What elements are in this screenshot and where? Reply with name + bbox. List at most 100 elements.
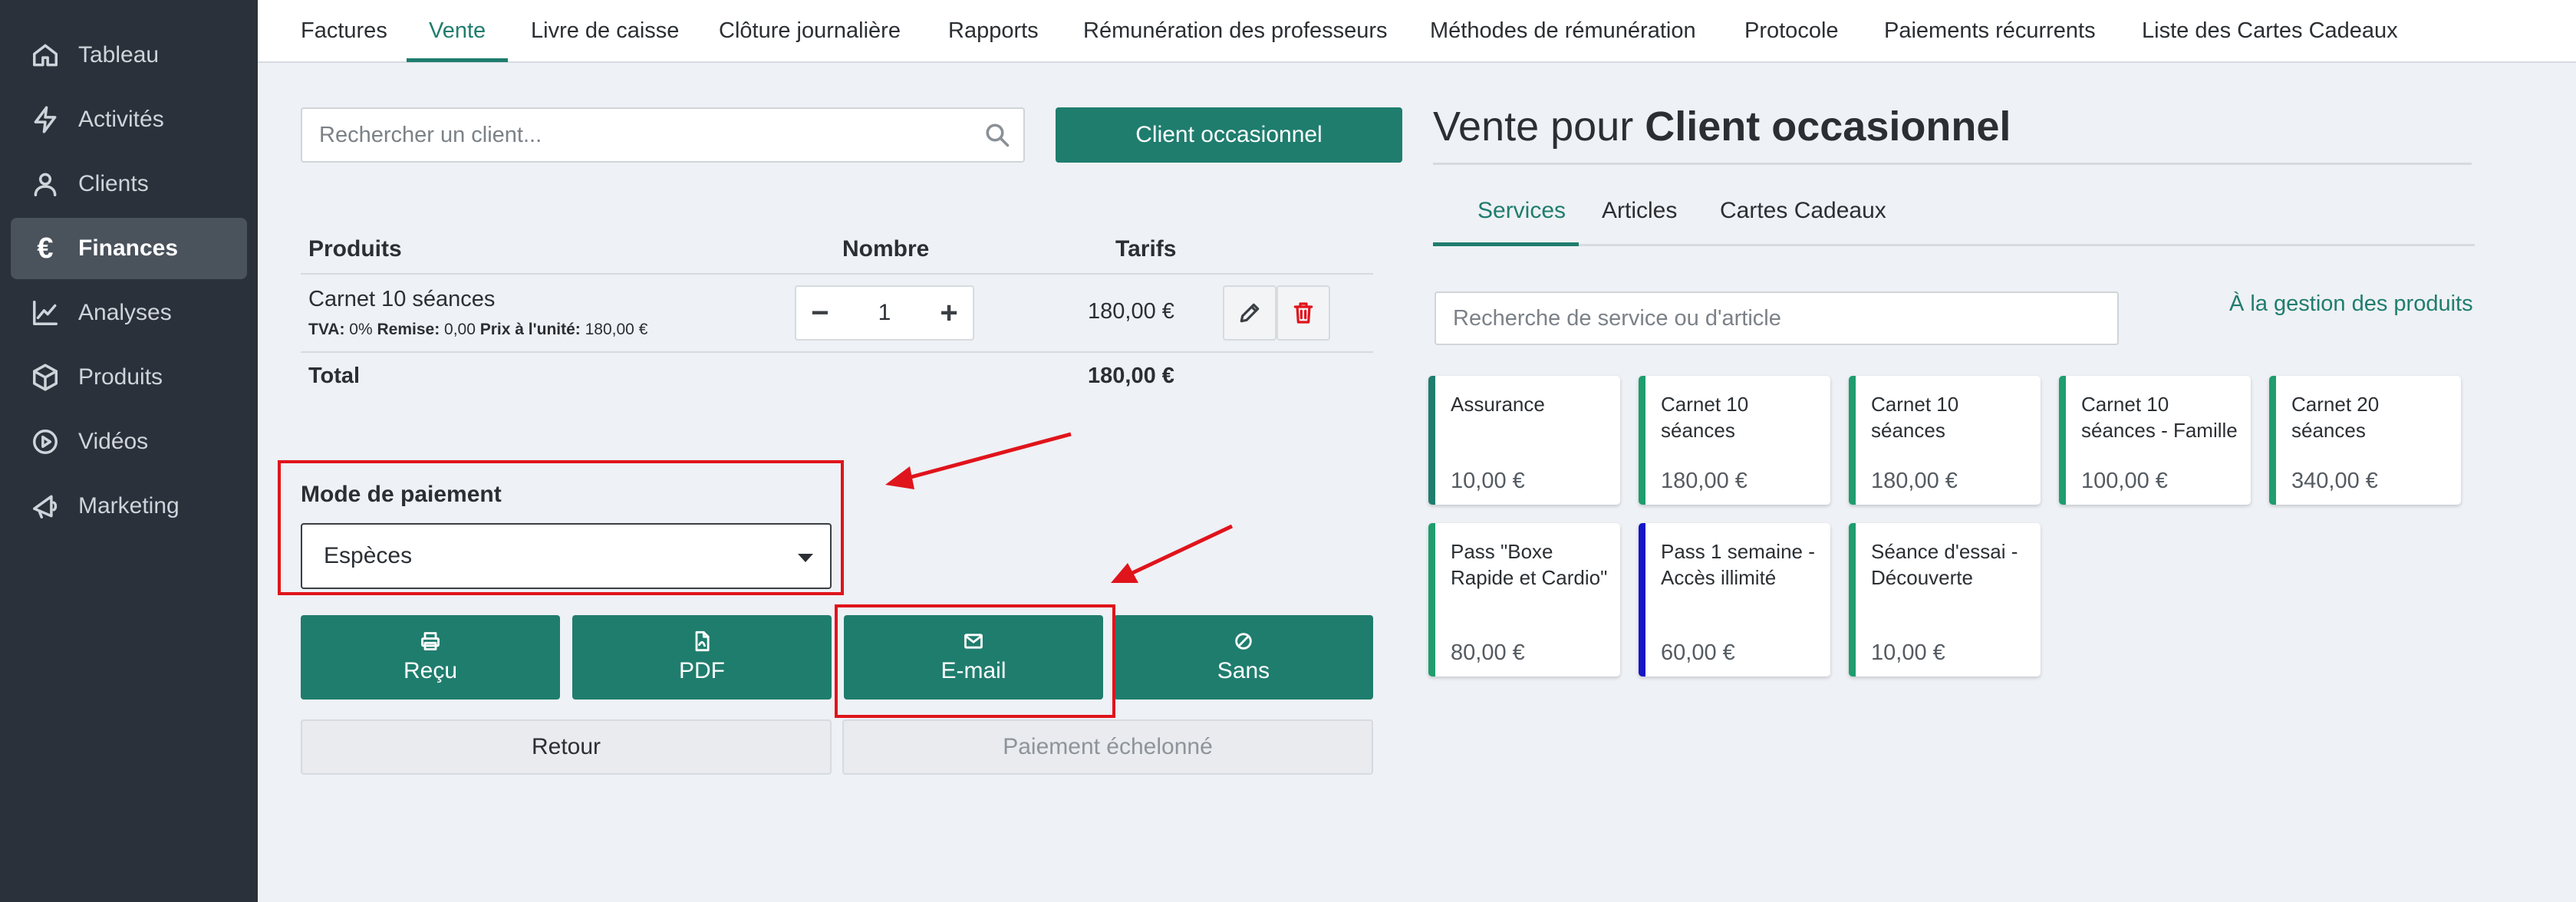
increment-button[interactable]: + <box>925 287 973 339</box>
pdf-button[interactable]: PDF <box>572 615 832 700</box>
tab-paiements-recurrents[interactable]: Paiements récurrents <box>1884 0 2096 61</box>
occasional-client-button[interactable]: Client occasionnel <box>1056 107 1402 163</box>
product-card-price: 10,00 € <box>1871 640 1945 665</box>
sale-title: Vente pour Client occasionnel <box>1433 104 2011 150</box>
caret-down-icon <box>798 554 813 562</box>
sidebar-item-activites[interactable]: Activités <box>11 89 247 150</box>
annotation-arrow-payment <box>904 432 1072 481</box>
tab-services[interactable]: Services <box>1477 198 1566 224</box>
product-card-name: Pass "Boxe Rapide et Cardio" <box>1451 540 1608 589</box>
column-header-price: Tarifs <box>1115 236 1177 262</box>
client-search-input[interactable] <box>319 109 964 161</box>
tab-vente[interactable]: Vente <box>429 0 486 61</box>
megaphone-icon <box>33 495 58 518</box>
manage-products-link[interactable]: À la gestion des produits <box>2229 291 2473 317</box>
delete-item-button[interactable] <box>1276 285 1330 341</box>
installment-payment-button[interactable]: Paiement échelonné <box>842 719 1373 775</box>
sidebar-item-label: Clients <box>78 171 149 196</box>
sidebar-item-label: Vidéos <box>78 429 149 454</box>
cart-item-name: Carnet 10 séances <box>308 287 496 311</box>
search-icon[interactable] <box>983 121 1011 149</box>
product-card[interactable]: Carnet 10 séances 180,00 € <box>1849 376 2041 505</box>
active-product-tab-indicator <box>1433 242 1579 246</box>
sidebar-item-label: Activités <box>78 107 164 132</box>
quantity-value[interactable]: 1 <box>844 300 925 326</box>
sidebar-item-marketing[interactable]: Marketing <box>11 476 247 537</box>
sidebar-item-label: Finances <box>78 235 179 261</box>
payment-mode-select[interactable]: Espèces <box>301 523 832 589</box>
product-card-price: 180,00 € <box>1871 469 1958 493</box>
product-card[interactable]: Pass "Boxe Rapide et Cardio" 80,00 € <box>1428 523 1620 676</box>
product-card[interactable]: Carnet 20 séances 340,00 € <box>2269 376 2461 505</box>
total-label: Total <box>308 364 361 388</box>
tab-rapports[interactable]: Rapports <box>948 0 1039 61</box>
product-search-input[interactable] <box>1453 293 2097 344</box>
play-circle-icon <box>33 430 58 454</box>
tab-factures[interactable]: Factures <box>301 0 387 61</box>
no-receipt-button[interactable]: Sans <box>1114 615 1373 700</box>
tab-livre-de-caisse[interactable]: Livre de caisse <box>531 0 679 61</box>
file-pdf-icon <box>695 630 710 652</box>
active-tab-indicator <box>407 58 508 62</box>
edit-item-button[interactable] <box>1223 285 1276 341</box>
annotation-highlight-email <box>835 604 1115 718</box>
product-search <box>1435 291 2119 345</box>
printer-icon <box>421 632 440 650</box>
product-tabs-divider <box>1433 244 2475 246</box>
product-card-name: Pass 1 semaine - Accès illimité <box>1661 540 1815 589</box>
sidebar-item-finances[interactable]: € Finances <box>11 218 247 279</box>
trash-icon <box>1293 302 1313 324</box>
tab-remuneration-professeurs[interactable]: Rémunération des professeurs <box>1083 0 1388 61</box>
receipt-button[interactable]: Reçu <box>301 615 560 700</box>
column-header-quantity: Nombre <box>842 236 930 262</box>
sidebar: Tableau Activités Clients € Finances Ana… <box>0 0 258 902</box>
top-tab-bar: Factures Vente Livre de caisse Clôture j… <box>258 0 2576 63</box>
sidebar-item-label: Marketing <box>78 493 180 518</box>
euro-icon: € <box>37 232 54 265</box>
client-search <box>301 107 1025 163</box>
tab-liste-cartes-cadeaux[interactable]: Liste des Cartes Cadeaux <box>2142 0 2398 61</box>
product-card-price: 340,00 € <box>2291 469 2378 493</box>
table-divider <box>301 273 1373 275</box>
annotation-arrowhead-email <box>1111 563 1138 583</box>
chart-line-icon <box>33 301 58 325</box>
sidebar-item-label: Produits <box>78 364 163 390</box>
product-card-price: 180,00 € <box>1661 469 1748 493</box>
box-icon <box>33 364 58 391</box>
home-icon <box>33 44 58 67</box>
tab-protocole[interactable]: Protocole <box>1744 0 1839 61</box>
cart-item-price: 180,00 € <box>1088 299 1174 324</box>
sidebar-item-clients[interactable]: Clients <box>11 153 247 215</box>
tab-methodes-remuneration[interactable]: Méthodes de rémunération <box>1430 0 1696 61</box>
product-card[interactable]: Assurance 10,00 € <box>1428 376 1620 505</box>
tab-articles[interactable]: Articles <box>1602 198 1677 224</box>
product-card-name: Carnet 10 séances <box>1661 393 1749 442</box>
product-card-name: Séance d'essai - Découverte <box>1871 540 2018 589</box>
product-card[interactable]: Pass 1 semaine - Accès illimité 60,00 € <box>1639 523 1830 676</box>
payment-mode-value: Espèces <box>324 543 413 568</box>
annotation-arrowhead-payment <box>885 466 914 489</box>
tab-cartes-cadeaux[interactable]: Cartes Cadeaux <box>1720 198 1886 224</box>
product-card[interactable]: Carnet 10 séances 180,00 € <box>1639 376 1830 505</box>
sidebar-item-analyses[interactable]: Analyses <box>11 282 247 344</box>
product-card[interactable]: Séance d'essai - Découverte 10,00 € <box>1849 523 2041 676</box>
quantity-stepper: − 1 + <box>795 285 974 341</box>
table-divider <box>301 351 1373 353</box>
product-card-name: Assurance <box>1451 393 1545 416</box>
sidebar-item-videos[interactable]: Vidéos <box>11 411 247 472</box>
decrement-button[interactable]: − <box>796 287 844 339</box>
title-divider <box>1433 163 2472 165</box>
product-card-price: 80,00 € <box>1451 640 1525 665</box>
product-card-price: 100,00 € <box>2081 469 2168 493</box>
sidebar-item-tableau[interactable]: Tableau <box>11 25 247 86</box>
ban-icon <box>1235 633 1252 650</box>
product-card-name: Carnet 10 séances - Famille <box>2081 393 2238 442</box>
product-card-price: 60,00 € <box>1661 640 1735 665</box>
pencil-icon <box>1240 303 1260 323</box>
tab-cloture-journaliere[interactable]: Clôture journalière <box>719 0 901 61</box>
sidebar-item-produits[interactable]: Produits <box>11 347 247 408</box>
annotation-arrow-email <box>1129 524 1234 576</box>
total-value: 180,00 € <box>1088 364 1174 388</box>
back-button[interactable]: Retour <box>301 719 832 775</box>
product-card[interactable]: Carnet 10 séances - Famille 100,00 € <box>2059 376 2251 505</box>
